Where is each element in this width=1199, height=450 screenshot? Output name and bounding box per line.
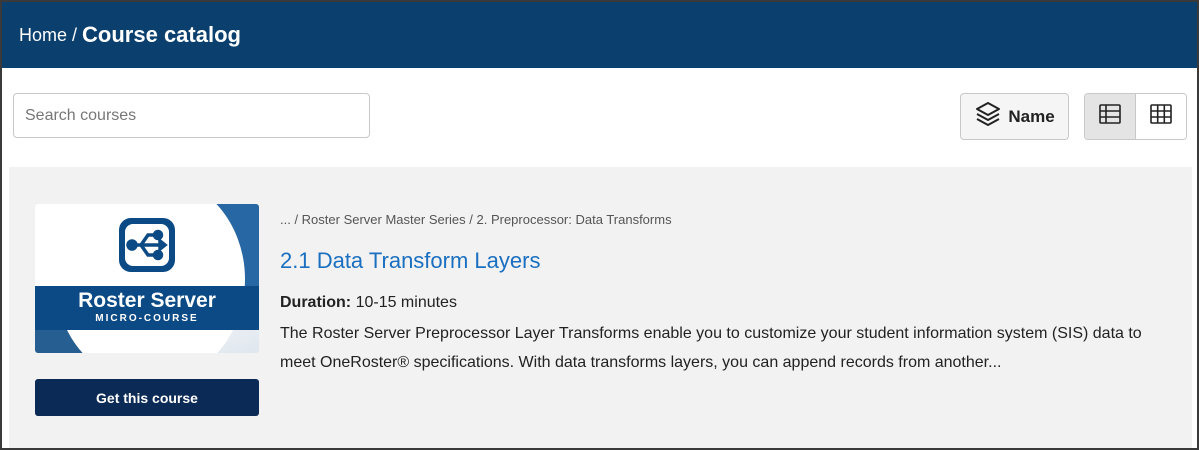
- thumbnail-subtitle: MICRO-COURSE: [95, 313, 199, 324]
- course-breadcrumb[interactable]: ... / Roster Server Master Series / 2. P…: [280, 212, 672, 227]
- breadcrumb-home-link[interactable]: Home: [19, 25, 67, 46]
- sort-label: Name: [1008, 106, 1055, 126]
- grid-view-icon: [1150, 104, 1172, 129]
- course-title-link[interactable]: 2.1 Data Transform Layers: [280, 248, 540, 274]
- page-header: Home / Course catalog: [2, 2, 1197, 68]
- course-thumbnail[interactable]: Roster Server MICRO-COURSE: [35, 204, 259, 353]
- thumbnail-banner: Roster Server MICRO-COURSE: [35, 286, 259, 330]
- page-title: Course catalog: [82, 22, 241, 47]
- sort-button[interactable]: Name: [960, 93, 1069, 140]
- layers-icon: [974, 100, 1002, 133]
- thumbnail-title: Roster Server: [78, 289, 216, 312]
- share-nodes-icon: [115, 214, 179, 281]
- duration-value: 10-15 minutes: [355, 294, 457, 311]
- course-duration: Duration: 10-15 minutes: [280, 294, 457, 312]
- course-list: Roster Server MICRO-COURSE Get this cour…: [9, 167, 1192, 448]
- grid-view-button[interactable]: [1136, 94, 1186, 139]
- breadcrumb-separator: /: [72, 24, 78, 45]
- get-course-button[interactable]: Get this course: [35, 379, 259, 416]
- list-view-button[interactable]: [1085, 94, 1136, 139]
- search-input[interactable]: [13, 93, 370, 138]
- view-toggle: [1084, 93, 1187, 140]
- course-catalog-page: Home / Course catalog Name: [0, 0, 1199, 450]
- course-description: The Roster Server Preprocessor Layer Tra…: [280, 325, 1142, 371]
- list-view-icon: [1099, 104, 1121, 129]
- duration-label: Duration:: [280, 294, 352, 311]
